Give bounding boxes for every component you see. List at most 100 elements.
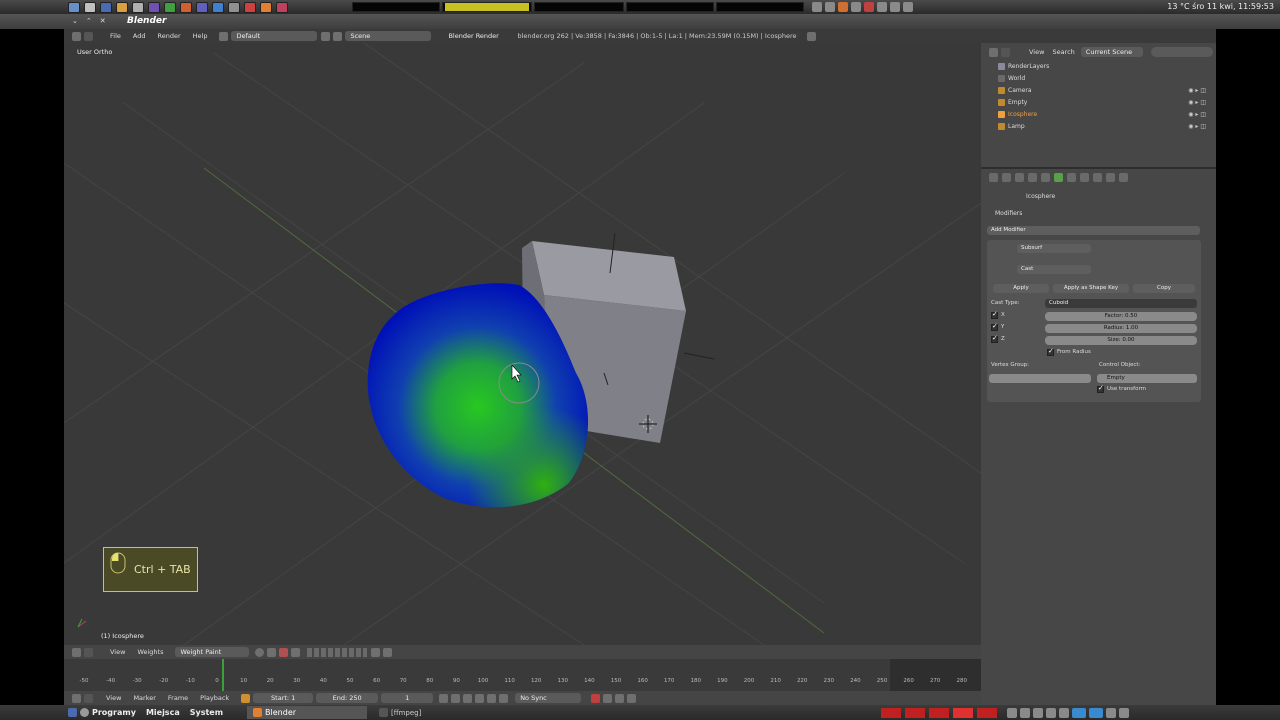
launcher-icon[interactable]: [180, 1, 192, 13]
timeline[interactable]: -50 -40 -30 -20 -10 0 10 20 30 40 50 60 70 80 90 100 110…: [64, 659, 981, 691]
workspace-5[interactable]: [977, 707, 998, 718]
sync-select[interactable]: No Sync: [515, 693, 582, 703]
launcher-icon[interactable]: [260, 1, 272, 13]
properties-editor[interactable]: Icosphere Modifiers Add Modifier Subsurf…: [981, 167, 1216, 705]
screen-layout-icon[interactable]: [219, 31, 229, 41]
object-tab-icon[interactable]: [1028, 173, 1037, 182]
tray-icon[interactable]: [1089, 707, 1104, 718]
world-tab-icon[interactable]: [1015, 173, 1024, 182]
taskbar-blender[interactable]: Blender: [247, 706, 368, 719]
material-tab-icon[interactable]: [1080, 173, 1089, 182]
menu-weights[interactable]: Weights: [137, 648, 163, 656]
tray-icon[interactable]: [1072, 707, 1087, 718]
menu-add[interactable]: Add: [133, 32, 146, 40]
launcher-icon[interactable]: [196, 1, 208, 13]
control-object-field[interactable]: Empty: [1097, 374, 1197, 383]
editor-type-icon[interactable]: [72, 693, 81, 703]
outliner[interactable]: View Search Current Scene RenderLayers W…: [981, 43, 1216, 167]
play-reverse-icon[interactable]: [463, 693, 473, 703]
modifier-name-subsurf[interactable]: Subsurf: [1017, 244, 1091, 253]
menu-file[interactable]: File: [110, 32, 121, 40]
tray-icon[interactable]: [838, 2, 848, 12]
editor-type-icon[interactable]: [989, 47, 998, 57]
volume-icon[interactable]: [890, 2, 900, 12]
delete-key-icon[interactable]: [627, 693, 637, 703]
launcher-icon[interactable]: [228, 1, 240, 13]
size-slider[interactable]: Size: 0.00: [1045, 336, 1197, 345]
tray-icon[interactable]: [1033, 707, 1044, 718]
physics-tab-icon[interactable]: [1119, 173, 1128, 182]
tray-icon[interactable]: [1106, 707, 1117, 718]
menu-applications[interactable]: Programy: [92, 708, 136, 717]
scene-icon[interactable]: [333, 31, 343, 41]
tray-icon[interactable]: [1007, 707, 1018, 718]
tray-icon[interactable]: [864, 2, 874, 12]
power-icon[interactable]: [1119, 707, 1130, 718]
workspace-switcher[interactable]: [881, 707, 1001, 718]
scene-field[interactable]: Scene: [345, 31, 432, 41]
next-key-icon[interactable]: [487, 693, 497, 703]
close-layout-icon[interactable]: [321, 31, 331, 41]
info-icon[interactable]: [806, 31, 816, 41]
weather-icon[interactable]: [903, 2, 913, 12]
prev-key-icon[interactable]: [451, 693, 461, 703]
panel-title[interactable]: Modifiers: [995, 210, 1022, 217]
shading-icon[interactable]: [255, 647, 265, 657]
radius-slider[interactable]: Radius: 1.00: [1045, 324, 1197, 333]
from-radius-checkbox[interactable]: [1047, 347, 1054, 356]
axis-y-checkbox[interactable]: [991, 322, 998, 331]
menu-view[interactable]: View: [106, 694, 121, 702]
menu-marker[interactable]: Marker: [133, 694, 155, 702]
modifier-name-cast[interactable]: Cast: [1017, 265, 1091, 274]
menu-help[interactable]: Help: [193, 32, 208, 40]
collapse-icon[interactable]: [84, 31, 93, 41]
menu-search[interactable]: Search: [1052, 48, 1074, 56]
scene-tab-icon[interactable]: [1002, 173, 1011, 182]
apply-button[interactable]: Apply: [993, 284, 1049, 293]
collapse-icon[interactable]: [84, 693, 93, 703]
visibility-icon[interactable]: ◉ ▸ ◫: [1188, 87, 1206, 94]
axis-z-checkbox[interactable]: [991, 334, 998, 343]
render-icon[interactable]: [371, 647, 381, 657]
show-desktop-icon[interactable]: [68, 708, 77, 717]
menu-playback[interactable]: Playback: [200, 694, 229, 702]
collapse-icon[interactable]: [1001, 47, 1010, 57]
visibility-icon[interactable]: ◉ ▸ ◫: [1188, 111, 1206, 118]
record-icon[interactable]: [591, 693, 601, 703]
texture-tab-icon[interactable]: [1093, 173, 1102, 182]
keyset-icon[interactable]: [603, 693, 613, 703]
launcher-icon[interactable]: [100, 1, 112, 13]
editor-type-icon[interactable]: [72, 647, 81, 657]
editor-type-icon[interactable]: [72, 31, 81, 41]
data-tab-icon[interactable]: [1067, 173, 1076, 182]
taskbar-ffmpeg[interactable]: [ffmpeg]: [373, 706, 503, 719]
menu-places[interactable]: Miejsca: [146, 708, 180, 717]
tray-icon[interactable]: [1046, 707, 1057, 718]
launcher-icon[interactable]: [148, 1, 160, 13]
menu-system[interactable]: System: [190, 708, 223, 717]
launcher-icon[interactable]: [132, 1, 144, 13]
menu-view[interactable]: View: [1029, 48, 1044, 56]
launcher-icon[interactable]: [84, 1, 96, 13]
clock[interactable]: 13 °C śro 11 kwi, 11:59:53: [1167, 2, 1274, 11]
screen-layout-field[interactable]: Default: [231, 31, 318, 41]
particles-tab-icon[interactable]: [1106, 173, 1115, 182]
vertex-select-icon[interactable]: [291, 647, 301, 657]
workspace-2[interactable]: [905, 707, 926, 718]
texture-paint-icon[interactable]: [279, 647, 289, 657]
end-frame-field[interactable]: End: 250: [316, 693, 379, 703]
menu-render[interactable]: Render: [157, 32, 180, 40]
pivot-icon[interactable]: [267, 647, 277, 657]
workspace-3[interactable]: [929, 707, 950, 718]
outliner-search-input[interactable]: [1150, 47, 1213, 57]
tray-icon[interactable]: [851, 2, 861, 12]
tray-icon[interactable]: [825, 2, 835, 12]
play-icon[interactable]: [475, 693, 485, 703]
display-mode-select[interactable]: Current Scene: [1080, 47, 1143, 57]
menu-frame[interactable]: Frame: [168, 694, 188, 702]
launcher-icon[interactable]: [276, 1, 288, 13]
3d-viewport[interactable]: User Ortho (1) Icosphere: [64, 43, 981, 645]
outliner-item[interactable]: RenderLayers: [998, 63, 1049, 70]
visibility-icon[interactable]: ◉ ▸ ◫: [1188, 99, 1206, 106]
layers-grid[interactable]: [307, 647, 368, 657]
